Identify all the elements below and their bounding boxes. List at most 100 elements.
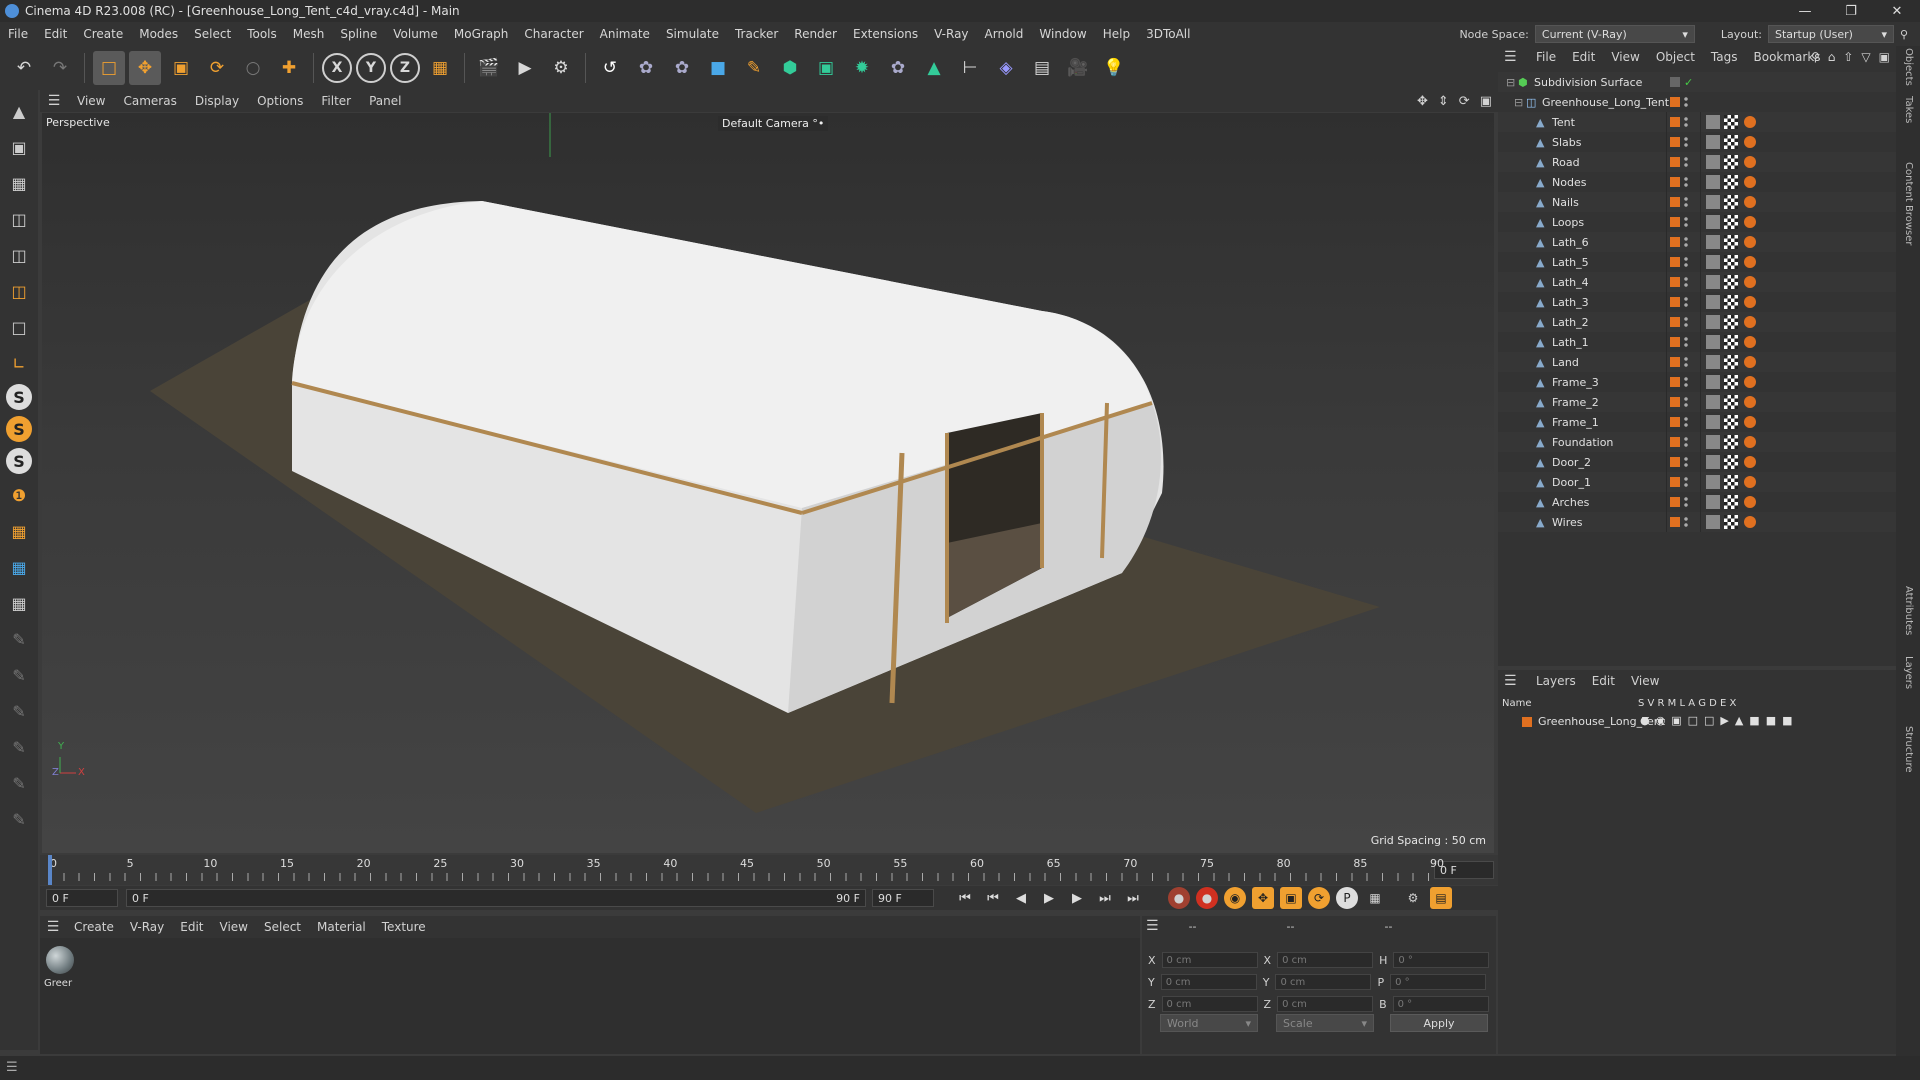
dolly-icon[interactable]: ⇕ bbox=[1438, 94, 1449, 109]
scheme-icon[interactable]: ⚙ bbox=[1402, 887, 1424, 909]
visibility-dots[interactable] bbox=[1684, 456, 1688, 468]
object-hamburger-icon[interactable]: ☰ bbox=[1504, 49, 1517, 65]
texture-tag-icon[interactable] bbox=[1724, 515, 1738, 529]
pos-y-field[interactable]: 0 cm bbox=[1160, 974, 1257, 990]
object-menu-object[interactable]: Object bbox=[1648, 50, 1703, 64]
phong-tag-icon[interactable] bbox=[1706, 435, 1720, 449]
material-tag-icon[interactable] bbox=[1744, 236, 1756, 248]
layer-swatch[interactable] bbox=[1670, 477, 1680, 487]
object-row-door_2[interactable]: ▲ Door_2 bbox=[1498, 452, 1896, 472]
texture-tag-icon[interactable] bbox=[1724, 115, 1738, 129]
layer-flags-icons[interactable]: ●◉▣□□▶▲■■■ bbox=[1640, 714, 1798, 727]
prev-key-icon[interactable]: ⏮ bbox=[982, 887, 1004, 909]
object-row-lath_6[interactable]: ▲ Lath_6 bbox=[1498, 232, 1896, 252]
home-icon[interactable]: ⌂ bbox=[1828, 50, 1836, 64]
object-row-group[interactable]: ⊟ ◫ Greenhouse_Long_Tent bbox=[1498, 92, 1896, 112]
viewport-menu-view[interactable]: View bbox=[68, 94, 114, 108]
material-tag-icon[interactable] bbox=[1744, 396, 1756, 408]
material-menu-vray[interactable]: V-Ray bbox=[122, 920, 172, 934]
material-tag-icon[interactable] bbox=[1744, 356, 1756, 368]
object-row-nails[interactable]: ▲ Nails bbox=[1498, 192, 1896, 212]
object-row-lath_3[interactable]: ▲ Lath_3 bbox=[1498, 292, 1896, 312]
menu-item-volume[interactable]: Volume bbox=[385, 27, 446, 41]
texture-tag-icon[interactable] bbox=[1724, 375, 1738, 389]
object-row-loops[interactable]: ▲ Loops bbox=[1498, 212, 1896, 232]
rotation-key-icon[interactable]: ⟳ bbox=[1308, 887, 1330, 909]
material-menu-material[interactable]: Material bbox=[309, 920, 374, 934]
scale-dropdown[interactable]: Scale ▾ bbox=[1276, 1014, 1374, 1032]
material-tag-icon[interactable] bbox=[1744, 216, 1756, 228]
pen-icon[interactable]: ✎ bbox=[738, 51, 770, 85]
render-region-icon[interactable]: 🎬 bbox=[473, 51, 505, 85]
visibility-dots[interactable] bbox=[1684, 376, 1688, 388]
menu-item-3dtoall[interactable]: 3DToAll bbox=[1138, 27, 1198, 41]
viewport-menu-panel[interactable]: Panel bbox=[360, 94, 410, 108]
layer-swatch[interactable] bbox=[1670, 397, 1680, 407]
layer-swatch[interactable] bbox=[1670, 457, 1680, 467]
object-row-root[interactable]: ⊟ ⬢ Subdivision Surface ✓ bbox=[1498, 72, 1896, 92]
material-tag-icon[interactable] bbox=[1744, 316, 1756, 328]
render-settings-icon[interactable]: ⚙ bbox=[545, 51, 577, 85]
texture-tag-icon[interactable] bbox=[1724, 215, 1738, 229]
texture-tag-icon[interactable] bbox=[1724, 415, 1738, 429]
locked-workplane-icon[interactable]: ▦ bbox=[4, 588, 34, 618]
visibility-dots[interactable] bbox=[1684, 216, 1688, 228]
layer-swatch[interactable] bbox=[1670, 157, 1680, 167]
object-row-tent[interactable]: ▲ Tent bbox=[1498, 112, 1896, 132]
phong-tag-icon[interactable] bbox=[1706, 495, 1720, 509]
material-tag-icon[interactable] bbox=[1744, 336, 1756, 348]
phong-tag-icon[interactable] bbox=[1706, 395, 1720, 409]
sculpt-icon[interactable]: ✎ bbox=[4, 696, 34, 726]
end-frame-field[interactable]: 90 F bbox=[872, 889, 934, 907]
autokey-icon[interactable]: ● bbox=[1196, 887, 1218, 909]
menu-item-mograph[interactable]: MoGraph bbox=[446, 27, 517, 41]
object-row-lath_1[interactable]: ▲ Lath_1 bbox=[1498, 332, 1896, 352]
pan-icon[interactable]: ✥ bbox=[1417, 94, 1428, 109]
menu-item-select[interactable]: Select bbox=[186, 27, 239, 41]
object-menu-tags[interactable]: Tags bbox=[1703, 50, 1746, 64]
menu-item-tools[interactable]: Tools bbox=[239, 27, 285, 41]
material-tag-icon[interactable] bbox=[1744, 136, 1756, 148]
collapse-icon[interactable]: ⊟ bbox=[1514, 96, 1523, 109]
phong-tag-icon[interactable] bbox=[1706, 155, 1720, 169]
object-mode-icon[interactable]: ▣ bbox=[4, 132, 34, 162]
texture-tag-icon[interactable] bbox=[1724, 435, 1738, 449]
visibility-dots[interactable] bbox=[1684, 496, 1688, 508]
sculpt-r-icon[interactable]: ✎ bbox=[4, 768, 34, 798]
node-space-dropdown[interactable]: Current (V-Ray) ▾ bbox=[1534, 25, 1695, 43]
texture-tag-icon[interactable] bbox=[1724, 235, 1738, 249]
material-tag-icon[interactable] bbox=[1744, 196, 1756, 208]
filter-icon[interactable]: ▽ bbox=[1861, 50, 1870, 64]
material-tag-icon[interactable] bbox=[1744, 156, 1756, 168]
goto-end-icon[interactable]: ⏭ bbox=[1094, 887, 1116, 909]
menu-item-modes[interactable]: Modes bbox=[131, 27, 186, 41]
y-axis-icon[interactable]: Y bbox=[356, 53, 386, 83]
floor-icon[interactable]: ▤ bbox=[1026, 51, 1058, 85]
prev-frame-icon[interactable]: ◀ bbox=[1010, 887, 1032, 909]
object-row-frame_2[interactable]: ▲ Frame_2 bbox=[1498, 392, 1896, 412]
visibility-dots[interactable] bbox=[1684, 436, 1688, 448]
keyframe-selection-icon[interactable]: ◉ bbox=[1224, 887, 1246, 909]
pos-x-field[interactable]: 0 cm bbox=[1161, 952, 1258, 968]
layer-swatch[interactable] bbox=[1670, 497, 1680, 507]
visibility-dots[interactable] bbox=[1684, 116, 1688, 128]
side-tab-content-browser[interactable]: Content Browser bbox=[1903, 162, 1914, 245]
scale-icon[interactable]: ▣ bbox=[165, 51, 197, 85]
subdivision-icon[interactable]: ⬢ bbox=[774, 51, 806, 85]
object-row-frame_1[interactable]: ▲ Frame_1 bbox=[1498, 412, 1896, 432]
material-tag-icon[interactable] bbox=[1744, 376, 1756, 388]
texture-tag-icon[interactable] bbox=[1724, 275, 1738, 289]
visibility-dots[interactable] bbox=[1684, 196, 1688, 208]
layer-swatch[interactable] bbox=[1670, 257, 1680, 267]
axis-mode-icon[interactable]: ∟ bbox=[4, 348, 34, 378]
light-icon[interactable]: 💡 bbox=[1098, 51, 1130, 85]
phong-tag-icon[interactable] bbox=[1706, 255, 1720, 269]
x-axis-icon[interactable]: X bbox=[322, 53, 352, 83]
phong-tag-icon[interactable] bbox=[1706, 355, 1720, 369]
extrude-icon[interactable]: ▣ bbox=[810, 51, 842, 85]
phong-tag-icon[interactable] bbox=[1706, 175, 1720, 189]
layer-hamburger-icon[interactable]: ☰ bbox=[1504, 673, 1517, 689]
layer-swatch[interactable] bbox=[1670, 77, 1680, 87]
layer-swatch[interactable] bbox=[1670, 417, 1680, 427]
visibility-dots[interactable] bbox=[1684, 256, 1688, 268]
